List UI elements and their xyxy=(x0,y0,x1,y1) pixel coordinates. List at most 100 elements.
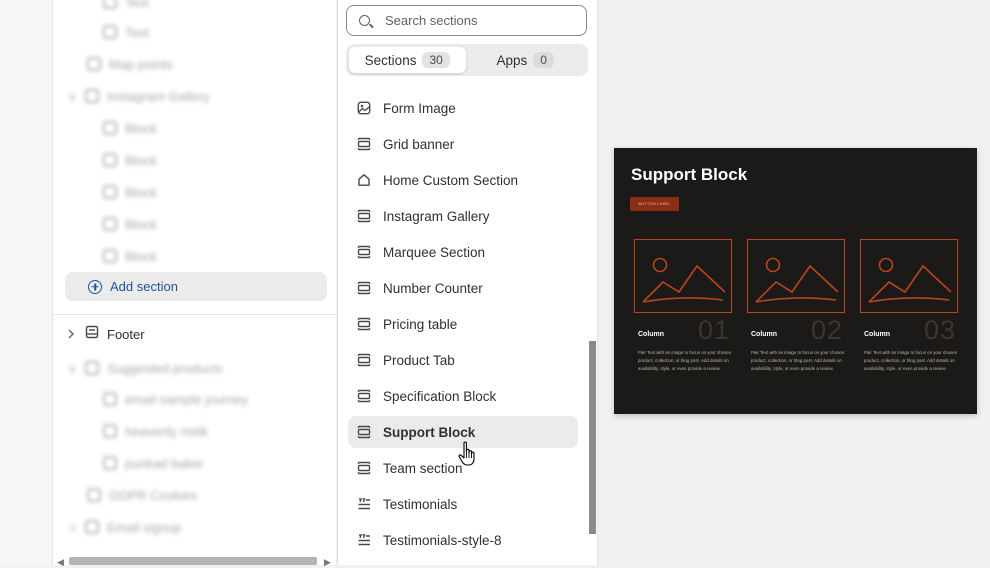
tree-item[interactable]: GDPR Cookies xyxy=(87,485,197,505)
footer-section-icon xyxy=(85,325,99,344)
section-item-label: Form Image xyxy=(383,100,456,116)
search-box[interactable] xyxy=(346,5,587,36)
tree-item-label: Suggested products xyxy=(107,360,223,376)
section-item[interactable]: Grid banner xyxy=(348,128,578,160)
tree-item-label: Block xyxy=(125,120,157,136)
preview-column: 02 Column Pair Text with an image to foc… xyxy=(747,239,847,371)
tree-item-label: Block xyxy=(125,248,157,264)
tree-item[interactable]: v Instagram Gallery xyxy=(69,86,210,106)
preview-column: 03 Column Pair Text with an image to foc… xyxy=(860,239,960,371)
tree-item[interactable]: Text xyxy=(103,22,149,42)
tree-item-label: Map points xyxy=(109,56,173,72)
tree-item[interactable]: Block xyxy=(103,182,157,202)
section-picker: Sections 30 Apps 0 Form Image Grid banner… xyxy=(337,0,598,565)
vertical-scrollbar[interactable] xyxy=(589,341,596,534)
tab-bar: Sections 30 Apps 0 xyxy=(346,44,588,76)
tree-item[interactable]: punkad baker xyxy=(103,453,204,473)
tab-sections-label: Sections xyxy=(364,52,417,68)
layout-section-icon xyxy=(357,137,371,151)
image-placeholder-icon xyxy=(634,239,732,313)
section-item[interactable]: Testimonials xyxy=(348,488,578,520)
section-item-label: Marquee Section xyxy=(383,244,486,260)
search-input[interactable] xyxy=(385,13,575,28)
footer-label: Footer xyxy=(107,326,145,342)
tree-item[interactable]: email sample journey xyxy=(103,389,248,409)
add-section-button[interactable]: Add section xyxy=(65,272,327,301)
tree-item[interactable]: v Suggested products xyxy=(69,358,223,378)
section-item-label: Team section xyxy=(383,460,463,476)
tree-item-label: Text xyxy=(125,24,149,40)
tree-item[interactable]: Text xyxy=(103,0,149,12)
tree-item-label: Email signup xyxy=(107,519,182,535)
tree-item-label: punkad baker xyxy=(125,455,204,471)
block-icon xyxy=(103,185,117,199)
scroll-left-arrow-icon[interactable]: ◀ xyxy=(57,557,64,568)
section-tree-panel: Text Text Map points v Instagram Gallery … xyxy=(53,0,336,568)
chevron-right-icon[interactable] xyxy=(67,327,85,342)
section-item[interactable]: Form Image xyxy=(348,92,578,124)
layout-section-icon xyxy=(357,281,371,295)
tree-item[interactable]: Block xyxy=(103,246,157,266)
preview-title: Support Block xyxy=(631,165,748,184)
section-item-label: Support Block xyxy=(383,424,476,440)
preview-button: BUTTON LABEL xyxy=(630,197,679,211)
layout-section-icon xyxy=(357,245,371,259)
tree-item[interactable]: heavenly melk xyxy=(103,421,208,441)
tree-item[interactable]: Block xyxy=(103,150,157,170)
section-item[interactable]: Testimonials-style-8 xyxy=(348,524,578,556)
section-item[interactable]: Home Custom Section xyxy=(348,164,578,196)
plus-circle-icon xyxy=(88,279,102,294)
tree-item[interactable]: Block xyxy=(103,118,157,138)
tab-apps[interactable]: Apps 0 xyxy=(466,47,586,73)
preview-column-heading: Column xyxy=(751,331,778,338)
tree-item[interactable]: Map points xyxy=(87,54,173,74)
layout-section-icon xyxy=(357,209,371,223)
tree-item[interactable]: > Email signup xyxy=(69,517,181,537)
section-icon xyxy=(85,361,99,375)
tree-item-label: heavenly melk xyxy=(125,423,209,439)
preview-column-heading: Column xyxy=(864,331,891,338)
section-item[interactable]: Pricing table xyxy=(348,308,578,340)
block-icon xyxy=(103,249,117,263)
section-item[interactable]: Marquee Section xyxy=(348,236,578,268)
chevron-right-icon[interactable]: > xyxy=(69,520,77,535)
section-item-label: Testimonials-style-8 xyxy=(383,532,502,548)
section-item-label: Testimonials xyxy=(383,496,458,512)
layout-section-icon xyxy=(357,389,371,403)
tree-item-label: GDPR Cookies xyxy=(109,487,198,503)
layout-section-icon xyxy=(357,461,371,475)
section-item-label: Specification Block xyxy=(383,388,497,404)
section-item[interactable]: Instagram Gallery xyxy=(348,200,578,232)
section-item[interactable]: Number Counter xyxy=(348,272,578,304)
tree-item-label: Instagram Gallery xyxy=(107,88,210,104)
block-icon xyxy=(87,57,101,71)
chevron-down-icon[interactable]: v xyxy=(69,361,77,376)
tree-item[interactable]: Block xyxy=(103,214,157,234)
horizontal-scrollbar[interactable] xyxy=(69,557,317,565)
tab-sections[interactable]: Sections 30 xyxy=(349,47,466,73)
section-item-label: Number Counter xyxy=(383,280,483,296)
block-icon xyxy=(103,217,117,231)
scroll-right-arrow-icon[interactable]: ▶ xyxy=(324,557,331,568)
chevron-down-icon[interactable]: v xyxy=(69,89,77,104)
preview-column-number: 01 xyxy=(697,315,730,345)
section-icon xyxy=(87,488,101,502)
left-gutter xyxy=(0,0,53,565)
tab-apps-label: Apps xyxy=(496,52,528,68)
section-item-label: Instagram Gallery xyxy=(383,208,490,224)
block-icon xyxy=(103,456,117,470)
tree-item-label: email sample journey xyxy=(125,391,248,407)
section-item[interactable]: Product Tab xyxy=(348,344,578,376)
tree-item-footer[interactable]: Footer xyxy=(67,324,145,344)
image-icon xyxy=(357,101,371,115)
section-item[interactable]: Specification Block xyxy=(348,380,578,412)
section-item-label: Pricing table xyxy=(383,316,458,332)
block-icon xyxy=(103,153,117,167)
section-item-label: Product Tab xyxy=(383,352,455,368)
text-list-icon xyxy=(357,497,371,511)
section-icon xyxy=(85,89,99,103)
layout-section-icon xyxy=(357,353,371,367)
layout-section-icon xyxy=(357,317,371,331)
image-placeholder-icon xyxy=(747,239,845,313)
section-icon xyxy=(85,520,99,534)
